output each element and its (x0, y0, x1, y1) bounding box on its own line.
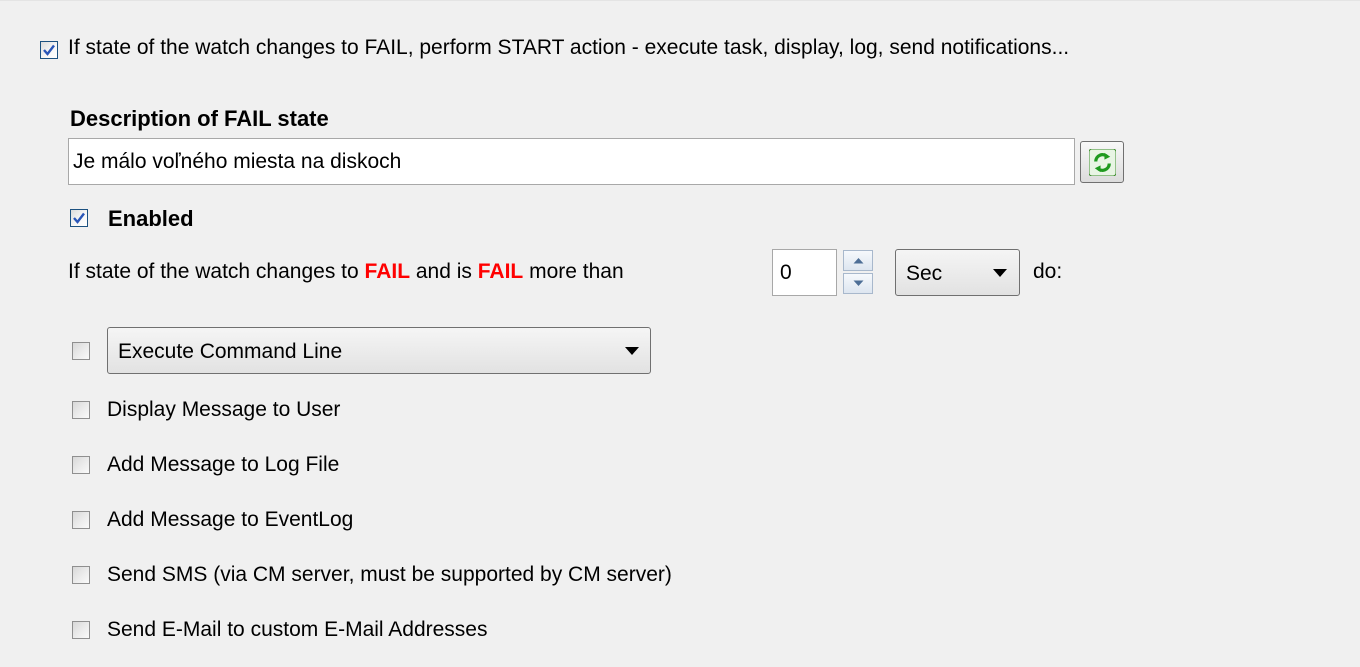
spin-down-button[interactable] (843, 273, 873, 294)
enabled-label: Enabled (108, 206, 194, 231)
condition-text: If state of the watch changes to FAIL an… (68, 260, 624, 284)
send-sms-checkbox[interactable] (72, 566, 90, 584)
log-file-checkbox[interactable] (72, 456, 90, 474)
arrow-up-icon (853, 258, 864, 264)
send-sms-label: Send SMS (via CM server, must be support… (107, 563, 672, 586)
condition-middle: and is (415, 260, 472, 283)
chevron-down-icon (993, 269, 1007, 277)
duration-input[interactable] (772, 249, 837, 296)
unit-select[interactable]: Sec (895, 249, 1020, 296)
event-log-checkbox[interactable] (72, 511, 90, 529)
execute-checkbox[interactable] (72, 342, 90, 360)
execute-action-select[interactable]: Execute Command Line (107, 327, 651, 374)
checkmark-icon (73, 212, 85, 224)
description-input[interactable] (68, 138, 1075, 185)
display-message-checkbox[interactable] (72, 401, 90, 419)
unit-select-value: Sec (906, 262, 943, 285)
do-label: do: (1033, 260, 1063, 283)
condition-prefix: If state of the watch changes to (68, 260, 359, 283)
fail-action-panel: If state of the watch changes to FAIL, p… (0, 0, 1360, 667)
start-action-checkbox[interactable] (40, 41, 58, 59)
checkmark-icon (43, 44, 55, 56)
enabled-checkbox[interactable] (70, 209, 88, 227)
fail-word: FAIL (364, 260, 411, 283)
fail-word-2: FAIL (477, 260, 524, 283)
send-email-checkbox[interactable] (72, 621, 90, 639)
execute-action-value: Execute Command Line (118, 340, 343, 363)
send-email-label: Send E-Mail to custom E-Mail Addresses (107, 618, 488, 641)
event-log-label: Add Message to EventLog (107, 508, 354, 531)
chevron-down-icon (625, 347, 639, 355)
condition-suffix: more than (529, 260, 624, 283)
spin-up-button[interactable] (843, 250, 873, 271)
refresh-description-button[interactable] (1080, 141, 1124, 183)
description-title: Description of FAIL state (70, 106, 329, 131)
start-action-label: If state of the watch changes to FAIL, p… (68, 36, 1070, 59)
refresh-icon (1089, 149, 1116, 176)
display-message-label: Display Message to User (107, 398, 341, 421)
arrow-down-icon (853, 280, 864, 286)
log-file-label: Add Message to Log File (107, 453, 340, 476)
